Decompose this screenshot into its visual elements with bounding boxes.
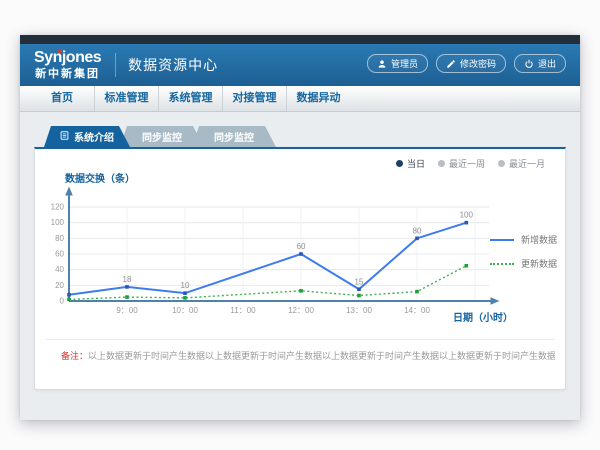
company-logo: Synjones 新中新集团: [34, 50, 101, 80]
svg-text:100: 100: [460, 211, 474, 220]
legend-item-2[interactable]: 更新数据: [490, 257, 557, 270]
svg-text:10: 10: [181, 281, 190, 290]
chart-legend: 新增数据更新数据: [490, 233, 557, 281]
logo-text: Synjones: [34, 50, 101, 66]
header-button-label: 修改密码: [460, 57, 496, 70]
svg-text:100: 100: [51, 218, 65, 227]
app-window: Synjones 新中新集团 数据资源中心 管理员修改密码退出 首页标准管理系统…: [20, 35, 580, 420]
radio-icon: [498, 160, 505, 167]
nav-item-2[interactable]: 标准管理: [94, 86, 158, 111]
user-icon: [377, 59, 387, 69]
tab-label: 同步监控: [142, 129, 182, 144]
series-2: [67, 264, 468, 301]
document-icon: [60, 131, 69, 143]
dashboard-card: 当日 最近一周 最近一月 数据交换（条） 0 20 40 60 80 100 120 9：00 10…: [34, 147, 566, 390]
svg-text:10：00: 10：00: [172, 306, 198, 315]
legend-label: 更新数据: [521, 257, 557, 270]
window-top-strip: [20, 35, 580, 44]
svg-text:15: 15: [355, 277, 364, 286]
app-header: Synjones 新中新集团 数据资源中心 管理员 修改密码 退出: [20, 44, 580, 86]
line-chart: 0 20 40 60 80 100 120 9：00 10：00 11：00 12：00 13：00 1…: [41, 182, 511, 332]
svg-text:13：00: 13：00: [346, 306, 372, 315]
logo-red-dot: [58, 49, 62, 53]
footnote-text: 以上数据更新于时间产生数据以上数据更新于时间产生数据以上数据更新于时间产生数据以…: [88, 351, 555, 361]
header-button-1[interactable]: 管理员: [367, 54, 428, 73]
series-1: 18 10 60 15 80 100: [67, 211, 473, 297]
tab-3[interactable]: 同步监控: [192, 126, 276, 147]
power-icon: [524, 59, 534, 69]
svg-text:11：00: 11：00: [230, 306, 256, 315]
legend-item-1[interactable]: 新增数据: [490, 233, 557, 246]
y-tick-labels: 0 20 40 60 80 100 120: [51, 203, 65, 306]
tab-label: 系统介绍: [74, 129, 114, 144]
time-range-filters: 当日 最近一周 最近一月: [396, 157, 545, 170]
filter-option-2[interactable]: 最近一周: [438, 157, 485, 170]
svg-text:12：00: 12：00: [288, 306, 314, 315]
legend-line-swatch: [490, 239, 514, 241]
header-button-2[interactable]: 修改密码: [436, 54, 506, 73]
x-axis-title: 日期（小时）: [453, 309, 513, 324]
svg-text:20: 20: [55, 281, 64, 290]
svg-text:80: 80: [413, 226, 422, 235]
radio-icon: [396, 160, 403, 167]
nav-item-1[interactable]: 首页: [30, 86, 94, 111]
svg-text:60: 60: [55, 250, 64, 259]
svg-text:14：00: 14：00: [404, 306, 430, 315]
legend-line-swatch: [490, 263, 514, 265]
page-title: 数据资源中心: [128, 55, 218, 75]
header-divider: [115, 53, 116, 77]
note-divider: [45, 339, 555, 340]
footnote-label: 备注：: [61, 351, 88, 361]
radio-icon: [438, 160, 445, 167]
legend-label: 新增数据: [521, 233, 557, 246]
y-axis-title: 数据交换（条）: [65, 170, 135, 185]
logo-subtitle: 新中新集团: [34, 69, 101, 80]
filter-label: 最近一周: [449, 157, 485, 170]
svg-text:120: 120: [51, 203, 65, 212]
footnote: 备注：以上数据更新于时间产生数据以上数据更新于时间产生数据以上数据更新于时间产生…: [61, 349, 555, 362]
nav-item-4[interactable]: 对接管理: [222, 86, 286, 111]
gridlines: [69, 207, 489, 301]
svg-text:0: 0: [60, 297, 65, 306]
tab-bar: 系统介绍 同步监控 同步监控: [34, 126, 566, 147]
header-button-label: 退出: [538, 57, 556, 70]
nav-item-3[interactable]: 系统管理: [158, 86, 222, 111]
tab-1[interactable]: 系统介绍: [44, 126, 130, 147]
header-button-3[interactable]: 退出: [514, 54, 566, 73]
tab-label: 同步监控: [214, 129, 254, 144]
x-tick-labels: 9：00 10：00 11：00 12：00 13：00 14：00: [116, 306, 430, 315]
svg-text:60: 60: [297, 242, 306, 251]
svg-text:40: 40: [55, 265, 64, 274]
filter-label: 当日: [407, 157, 425, 170]
edit-icon: [446, 59, 456, 69]
filter-option-1[interactable]: 当日: [396, 157, 425, 170]
svg-text:18: 18: [123, 275, 132, 284]
content-area: 系统介绍 同步监控 同步监控 当日 最近一周 最近一月 数据交换（条） 0 20 40 60 8…: [20, 112, 580, 420]
axes: [65, 187, 499, 305]
user-actions: 管理员 修改密码 退出: [367, 54, 566, 73]
header-button-label: 管理员: [391, 57, 418, 70]
main-nav: 首页标准管理系统管理对接管理数据异动: [20, 86, 580, 112]
filter-label: 最近一月: [509, 157, 545, 170]
svg-text:9：00: 9：00: [116, 306, 138, 315]
filter-option-3[interactable]: 最近一月: [498, 157, 545, 170]
tab-2[interactable]: 同步监控: [120, 126, 204, 147]
nav-item-5[interactable]: 数据异动: [286, 86, 350, 111]
svg-text:80: 80: [55, 234, 64, 243]
